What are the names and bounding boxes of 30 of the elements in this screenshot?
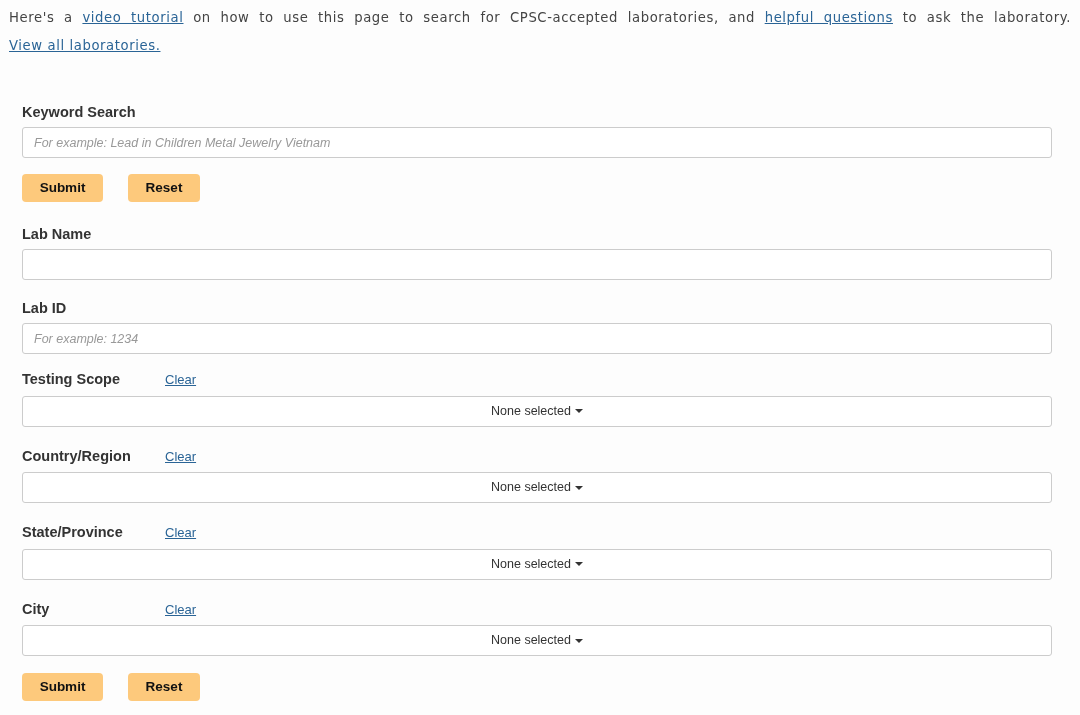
clear-link[interactable]: Clear (165, 523, 197, 543)
dropdown-select[interactable]: None selected (22, 625, 1052, 656)
field-label: Lab Name (22, 226, 92, 243)
field-label: Keyword Search (22, 104, 136, 121)
reset-button[interactable]: Reset (128, 174, 200, 202)
text-link[interactable]: View all laboratories. (9, 38, 161, 53)
clear-link[interactable]: Clear (165, 370, 197, 390)
submit-button[interactable]: Submit (22, 673, 103, 701)
text-link[interactable]: helpful questions (764, 10, 893, 25)
dropdown-select[interactable]: None selected (22, 395, 1052, 427)
field-label: Lab ID (22, 300, 67, 317)
caret-icon (574, 409, 583, 413)
reset-button[interactable]: Reset (128, 673, 200, 701)
caret-icon (574, 638, 583, 643)
clear-link[interactable]: Clear (165, 599, 197, 619)
input-field[interactable]: For example: 1234 (22, 323, 1052, 354)
field-label: Country/Region (22, 447, 132, 465)
intro-paragraph: Here's a video tutorial on how to use this page to search for CPSC-accepted laboratories, and helpful questions to ask the laboratory. View all laboratories. (8, 9, 1072, 55)
text-link[interactable]: video tutorial (82, 10, 184, 25)
clear-link[interactable]: Clear (165, 446, 197, 466)
input-field[interactable] (22, 249, 1052, 280)
input-field[interactable]: For example: Lead in Children Metal Jewelry Vietnam (22, 127, 1052, 158)
field-label: City (22, 600, 51, 618)
caret-icon (574, 485, 583, 490)
caret-icon (574, 562, 583, 566)
field-label: State/Province (22, 524, 124, 542)
submit-button[interactable]: Submit (22, 174, 103, 202)
dropdown-select[interactable]: None selected (22, 472, 1052, 503)
field-label: Testing Scope (22, 371, 122, 389)
dropdown-select[interactable]: None selected (22, 548, 1052, 580)
